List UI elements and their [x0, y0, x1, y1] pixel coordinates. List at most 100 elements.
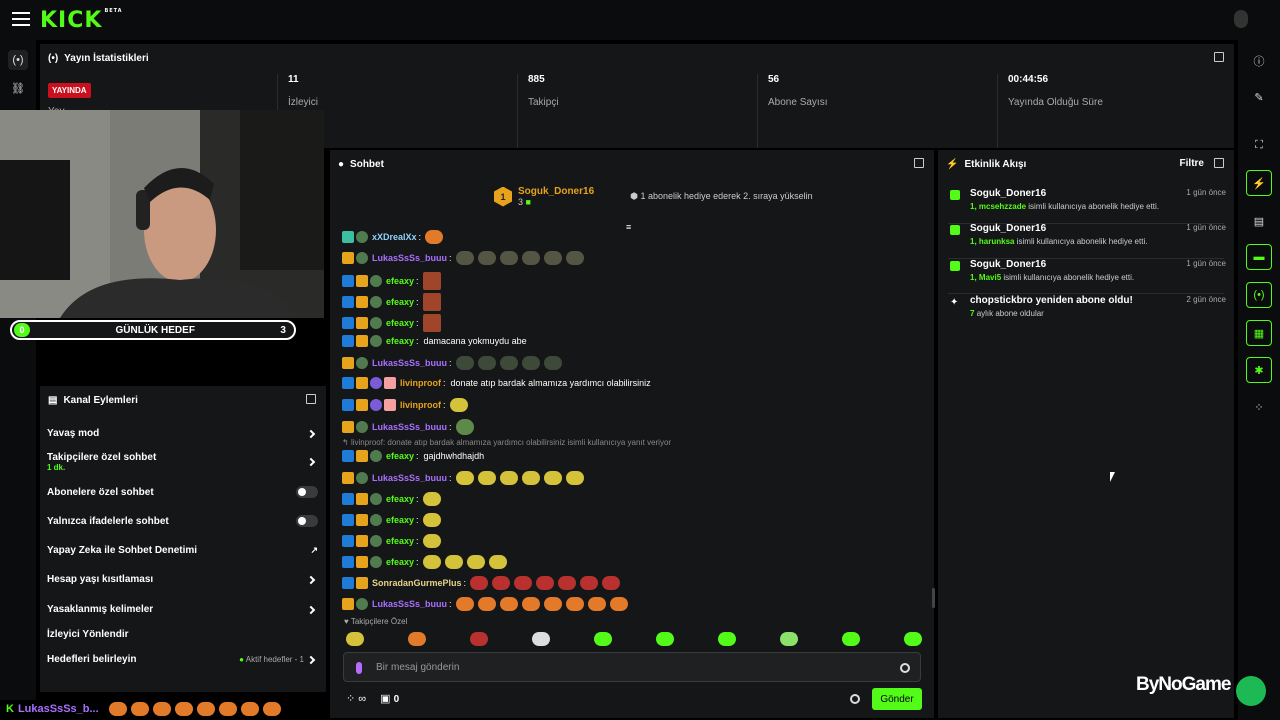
stat-value: 56 — [768, 74, 780, 85]
info-icon[interactable]: ⓘ — [1246, 48, 1272, 74]
chat-username[interactable]: efeaxy — [386, 318, 414, 328]
external-link-icon: ↗ — [310, 545, 318, 555]
banned-words-row[interactable]: Yasaklanmış kelimeler — [47, 604, 318, 615]
chat-text: gajdhwhdhajdh — [423, 451, 485, 461]
chat-username[interactable]: livinproof — [400, 400, 441, 410]
gift-icon: ■ — [525, 197, 531, 207]
chat-username[interactable]: xXDrealXx — [372, 232, 417, 242]
microphone-icon[interactable] — [356, 662, 362, 674]
pinned-user[interactable]: Soguk_Doner16 — [518, 186, 594, 197]
broadcast-icon[interactable]: (•) — [8, 50, 28, 70]
chat-username[interactable]: efeaxy — [386, 297, 414, 307]
broadcast-icon[interactable]: (•) — [1246, 282, 1272, 308]
activity-event: Soguk_Doner16 1 gün önce 1, harunksa isiml… — [948, 223, 1226, 257]
edit-icon[interactable]: ✎ — [1246, 84, 1272, 110]
reply-note: ↰ livinproof: donate atıp bardak almamız… — [342, 438, 672, 447]
chat-username[interactable]: efeaxy — [386, 515, 414, 525]
gift-indicator[interactable]: ▣ 0 — [380, 692, 399, 705]
event-detail: 1, Mavi5 isimli kullanıcıya abonelik hed… — [970, 273, 1135, 282]
emote-icon[interactable] — [408, 632, 426, 646]
popout-icon[interactable] — [1214, 158, 1224, 168]
row-label: Yalnızca ifadelerle sohbet — [47, 515, 169, 527]
collapse-icon[interactable]: ≡ — [626, 222, 636, 232]
channel-actions-panel: ▤ Kanal Eylemleri Yavaş mod Takipçilere ö… — [40, 386, 326, 692]
stat-value: 00:44:56 — [1008, 74, 1049, 85]
emote-icon[interactable] — [718, 632, 736, 646]
event-detail: 1, harunksa isimli kullanıcıya abonelik … — [970, 237, 1148, 246]
send-button[interactable]: Gönder — [872, 688, 922, 710]
chat-title: Sohbet — [350, 158, 384, 170]
emote-icon[interactable] — [470, 632, 488, 646]
layout-icon[interactable]: ▦ — [1246, 320, 1272, 346]
chat-username[interactable]: LukasSsSs_buuu — [372, 599, 447, 609]
chat-message: LukasSsSs_buuu: — [342, 251, 584, 265]
chat-input[interactable]: Bir mesaj gönderin — [343, 652, 921, 682]
chat-username[interactable]: efeaxy — [386, 536, 414, 546]
beta-badge: BETA — [104, 8, 123, 14]
chat-username[interactable]: efeaxy — [386, 494, 414, 504]
emote-icon[interactable] — [594, 632, 612, 646]
chat-scrollbar[interactable] — [932, 588, 935, 608]
user-avatar[interactable] — [1234, 10, 1248, 28]
popout-icon[interactable] — [914, 158, 924, 168]
emoji-icon[interactable] — [900, 663, 910, 673]
chat-username[interactable]: efeaxy — [386, 336, 414, 346]
chat-username[interactable]: SonradanGurmePlus — [372, 578, 462, 588]
event-detail: 1, mcsehzzade isimli kullanıcıya aboneli… — [970, 202, 1160, 211]
emote-icon[interactable] — [532, 632, 550, 646]
event-user[interactable]: Soguk_Doner16 — [970, 259, 1046, 270]
goal-end: 3 — [280, 324, 286, 336]
event-user[interactable]: Soguk_Doner16 — [970, 188, 1046, 199]
chat-username[interactable]: LukasSsSs_buuu — [372, 422, 447, 432]
badge-icon — [342, 252, 354, 264]
chat-username[interactable]: livinproof — [400, 378, 441, 388]
emote-icon[interactable] — [780, 632, 798, 646]
event-user[interactable]: chopstickbro yeniden abone oldu! — [970, 295, 1133, 306]
notes-icon[interactable]: ▤ — [1246, 208, 1272, 234]
emote-only-toggle[interactable] — [296, 515, 318, 527]
slow-mode-row[interactable]: Yavaş mod — [47, 428, 318, 439]
stats-icon: (•) — [48, 52, 59, 64]
goals-row[interactable]: Hedefleri belirleyin ● Aktif hedefler - 1 — [47, 654, 318, 665]
pinned-count: 3 — [518, 197, 524, 207]
popout-icon[interactable] — [1214, 52, 1224, 62]
chat-username[interactable]: efeaxy — [386, 276, 414, 286]
menu-icon[interactable] — [12, 12, 30, 28]
feed-title: Etkinlik Akışı — [964, 158, 1027, 170]
sparkle-icon: ✦ — [950, 297, 959, 308]
share-icon[interactable]: ⁘ — [1246, 394, 1272, 420]
activity-event: ✦ chopstickbro yeniden abone oldu! 2 gün ö… — [948, 295, 1226, 329]
live-badge: YAYINDA — [48, 83, 91, 98]
chat-username[interactable]: LukasSsSs_buuu — [372, 358, 447, 368]
chat-message: LukasSsSs_buuu: — [342, 471, 584, 485]
emote-icon — [422, 314, 441, 332]
settings-icon[interactable] — [850, 694, 860, 704]
chat-username[interactable]: LukasSsSs_buuu — [372, 253, 447, 263]
filter-button[interactable]: Filtre — [1180, 158, 1204, 169]
link-icon[interactable]: ⛓ — [8, 78, 28, 98]
chat-username[interactable]: efeaxy — [386, 557, 414, 567]
ai-moderation-row[interactable]: Yapay Zeka ile Sohbet Denetimi ↗ — [47, 545, 318, 556]
fullscreen-icon[interactable]: ⛶ — [1246, 132, 1272, 158]
lightning-icon[interactable]: ⚡ — [1246, 170, 1272, 196]
emote-icon[interactable] — [656, 632, 674, 646]
emote-icon[interactable] — [842, 632, 860, 646]
chat-username[interactable]: efeaxy — [386, 451, 414, 461]
wrench-icon[interactable]: ✱ — [1246, 357, 1272, 383]
chat-icon[interactable]: ▬ — [1246, 244, 1272, 270]
points-indicator[interactable]: ⁘ ∞ — [346, 692, 366, 705]
kick-logo[interactable]: KICK BETA — [40, 8, 123, 33]
chat-message: efeaxy: — [342, 534, 441, 548]
chat-message: efeaxy: gajdhwhdhajdh — [342, 450, 484, 462]
host-row[interactable]: İzleyici Yönlendir — [47, 629, 318, 640]
emote-icon[interactable] — [904, 632, 922, 646]
chat-username[interactable]: LukasSsSs_buuu — [372, 473, 447, 483]
followers-only-row[interactable]: Takipçilere özel sohbet 1 dk. — [47, 452, 318, 472]
emote-icon — [422, 293, 441, 311]
event-user[interactable]: Soguk_Doner16 — [970, 223, 1046, 234]
account-age-row[interactable]: Hesap yaşı kısıtlaması — [47, 574, 318, 585]
popout-icon[interactable] — [306, 394, 316, 404]
emote-icon[interactable] — [346, 632, 364, 646]
subs-only-toggle[interactable] — [296, 486, 318, 498]
event-time: 1 gün önce — [1186, 188, 1226, 197]
